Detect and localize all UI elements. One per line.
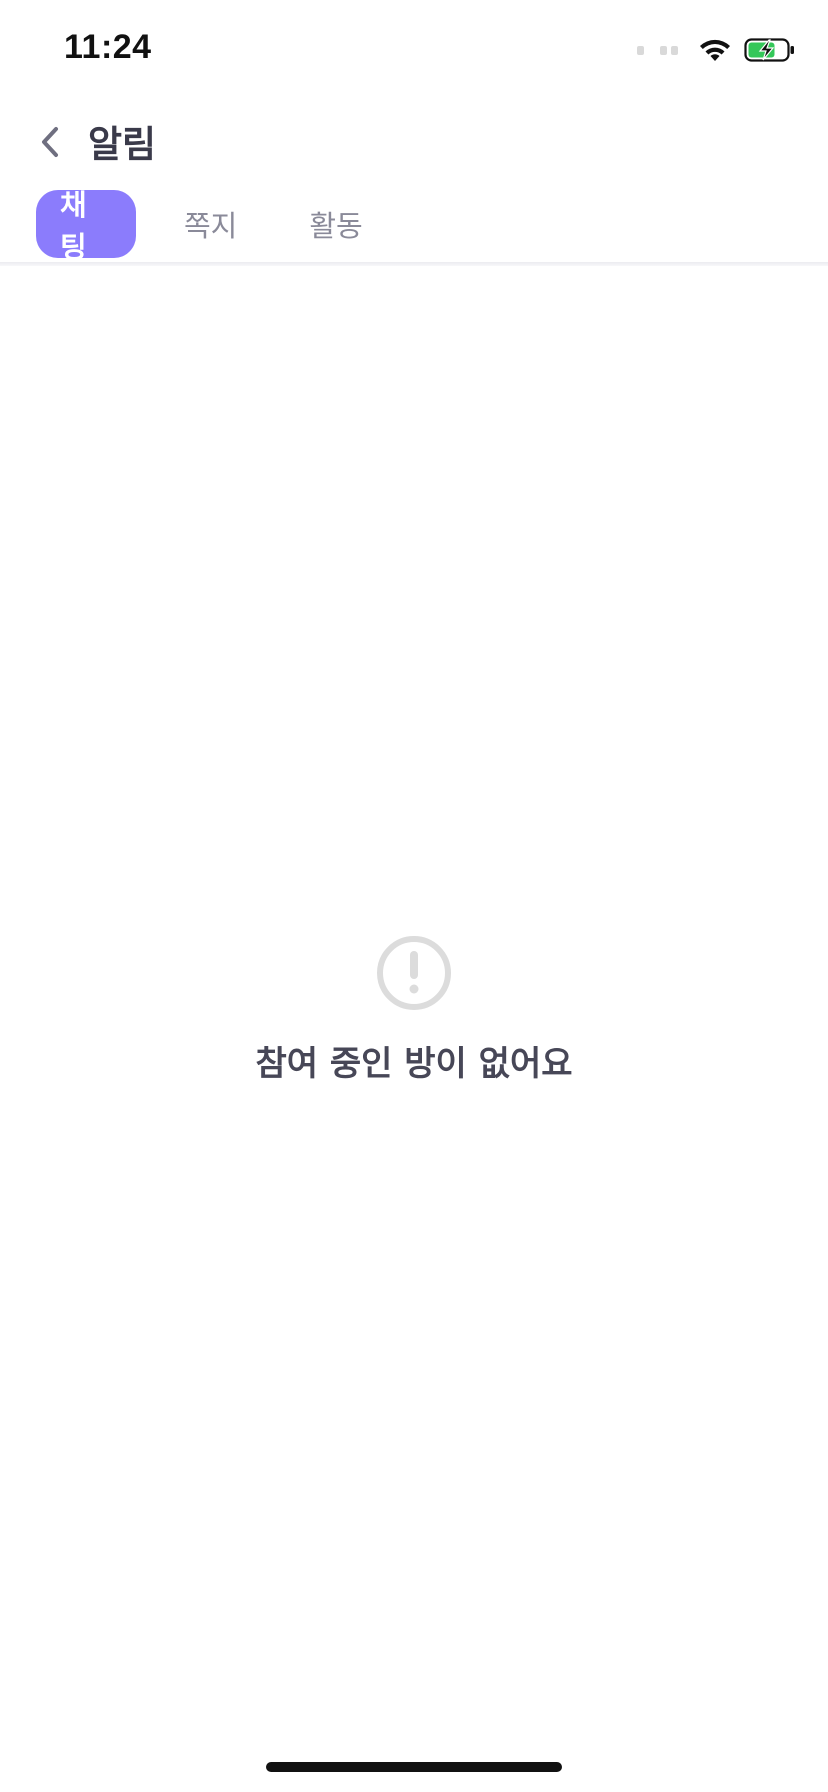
header-divider: [0, 262, 828, 266]
tab-label: 채팅: [60, 188, 87, 264]
header: 알림: [0, 100, 828, 184]
tab-activity[interactable]: 활동: [285, 190, 386, 258]
status-icons: [637, 34, 796, 66]
empty-state-message: 참여 중인 방이 없어요: [255, 1044, 573, 1084]
tab-label: 활동: [309, 209, 363, 243]
wifi-icon: [700, 39, 730, 61]
page-title: 알림: [88, 123, 157, 166]
tab-bar: 채팅 쪽지 활동: [36, 188, 411, 264]
status-time: 11:24: [64, 28, 152, 66]
cellular-signal-icon: [637, 45, 678, 55]
tab-messages[interactable]: 쪽지: [160, 190, 261, 258]
tab-label: 쪽지: [184, 209, 238, 243]
battery-charging-icon: [744, 38, 794, 62]
home-indicator: [266, 1762, 562, 1772]
empty-state: 참여 중인 방이 없어요: [0, 934, 828, 1085]
chevron-left-icon: [42, 127, 58, 157]
exclamation-circle-icon: [377, 936, 451, 1010]
back-button[interactable]: [30, 118, 70, 166]
status-bar: 11:24: [0, 0, 828, 100]
tab-chat[interactable]: 채팅: [36, 188, 136, 264]
